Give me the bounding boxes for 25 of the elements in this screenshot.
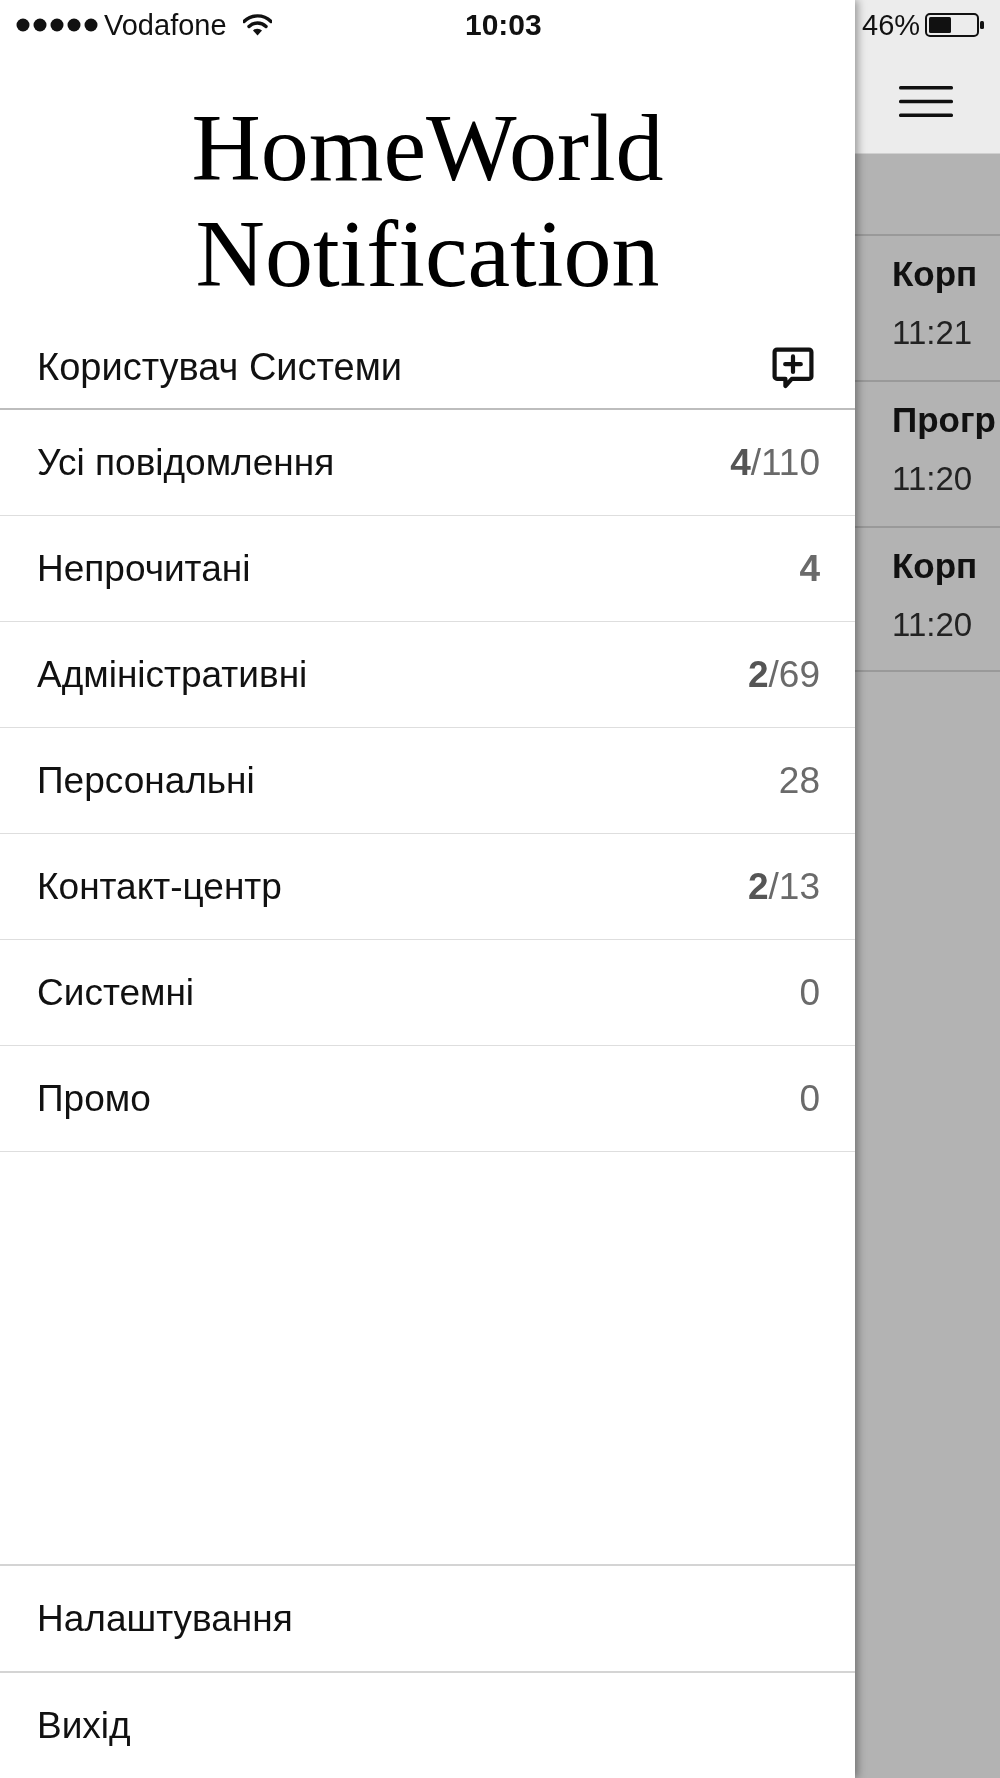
message-title: Прогр xyxy=(892,400,997,440)
user-name: Користувач Системи xyxy=(37,346,402,389)
message-count: 4 xyxy=(799,547,820,590)
carrier-name: Vodafone xyxy=(104,8,227,42)
message-count: 0 xyxy=(799,1077,820,1120)
message-title: Корп xyxy=(892,254,979,294)
signal-strength-icon xyxy=(16,18,98,32)
message-count: 2/13 xyxy=(748,865,820,908)
message-title: Корп xyxy=(892,546,979,586)
battery-icon xyxy=(925,13,985,37)
message-time: 11:20 xyxy=(892,460,974,498)
status-time: 10:03 xyxy=(465,8,542,42)
wifi-icon xyxy=(242,14,272,36)
message-list-item[interactable]: Корп 11:21 xyxy=(855,234,1000,380)
message-list-item[interactable]: Корп 11:20 xyxy=(855,526,1000,672)
battery-percent: 46% xyxy=(862,8,921,42)
menu-icon[interactable] xyxy=(898,86,953,117)
app-title: HomeWorld Notification xyxy=(190,93,665,307)
message-time: 11:21 xyxy=(892,314,974,352)
message-count: 28 xyxy=(778,759,820,802)
message-list-item[interactable]: Прогр 11:20 xyxy=(855,380,1000,526)
message-count: 0 xyxy=(799,971,820,1014)
message-count: 2/69 xyxy=(748,653,820,696)
message-time: 11:20 xyxy=(892,606,974,644)
message-count: 4/110 xyxy=(730,441,820,484)
